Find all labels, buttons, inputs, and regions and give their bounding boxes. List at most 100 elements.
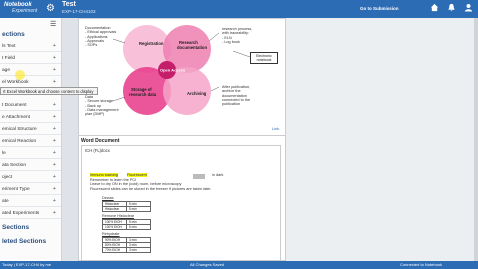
venn-label: Archiving	[187, 91, 207, 96]
remove-histoclear-table: 100% EtOH 5 min 100% EtOH 5 min	[102, 219, 151, 230]
sidebar-item[interactable]: eriment Type +	[0, 184, 61, 195]
arrow-line	[232, 50, 251, 58]
gear-icon[interactable]: ⚙	[45, 3, 56, 14]
sidebar-item-label: t Document	[2, 103, 27, 108]
table-cell: 70% EtOH	[102, 247, 127, 253]
sidebar-item-label: age	[2, 68, 11, 73]
sidebar-item[interactable]: ls Text +	[0, 41, 61, 52]
eln-box-line: notebook	[256, 58, 272, 62]
add-icon[interactable]: +	[53, 172, 56, 183]
sidebar-item[interactable]: emical Structure +	[0, 124, 61, 135]
word-document-preview[interactable]: ICH (FL)docx Immuno staining Fluorescent…	[81, 145, 281, 261]
add-icon[interactable]: +	[53, 124, 56, 135]
user-account-icon[interactable]	[463, 3, 474, 14]
research-lifecycle-diagram: Registration Research documentation Stora…	[83, 19, 283, 132]
go-to-submission-link[interactable]: Go to Submission	[360, 6, 399, 11]
sidebar-item[interactable]: ated Experiments +	[0, 208, 61, 219]
add-icon[interactable]: +	[53, 184, 56, 195]
open-access-label: Open Access	[160, 68, 186, 73]
table-title: Dewax	[102, 196, 114, 200]
connection-status: Connected to Notebook	[400, 262, 443, 267]
highlighted-heading: Immuno staining	[90, 173, 118, 177]
add-icon[interactable]: +	[53, 53, 56, 64]
experiment-id: EXP-17-CH4103	[62, 9, 96, 14]
list-line: plan (DMP)	[85, 112, 105, 117]
sidebar-item-label: eriment Type	[2, 187, 30, 192]
add-icon[interactable]: +	[53, 208, 56, 219]
sidebar-item[interactable]: ate +	[0, 196, 61, 207]
table-row: Histoclear 5 min	[102, 206, 151, 212]
list-line: publication	[222, 102, 241, 107]
sidebar-item-label: ls Text	[2, 44, 16, 49]
sidebar-item-label: emical Reaction	[2, 139, 37, 144]
table-title: Rehydrate	[102, 232, 120, 236]
experiment-title-area: Test EXP-17-CH4103	[62, 1, 96, 15]
table-cell: 100% EtOH	[102, 224, 127, 230]
staining-label-row: Immuno staining Fluorescent	[90, 173, 147, 177]
sidebar-item[interactable]: ata Section +	[0, 160, 61, 171]
sidebar-item[interactable]: e Attachment +	[0, 112, 61, 123]
sections-heading: ections	[2, 31, 25, 38]
add-icon[interactable]: +	[53, 136, 56, 147]
diagram-link[interactable]: Link	[272, 126, 279, 131]
table-cell: 5 min	[126, 206, 151, 212]
app-logo[interactable]: Notebook Experiment	[4, 2, 37, 14]
list-line: - Ethical approvals	[85, 30, 117, 35]
right-empty-pane	[286, 18, 478, 261]
in-dark-label: in dark	[212, 173, 224, 177]
documentation-list: Documentation - Ethical approvals - Appl…	[85, 26, 116, 47]
mouse-cursor-highlight	[15, 70, 25, 80]
tooltip: rt Excel Workbook and choose content to …	[0, 87, 98, 95]
add-icon[interactable]: +	[53, 65, 56, 76]
list-line: - SOPs	[85, 43, 98, 48]
sidebar-item-label: el Workbook	[2, 80, 29, 85]
sidebar-item[interactable]: emical Reaction +	[0, 136, 61, 147]
add-icon[interactable]: +	[53, 196, 56, 207]
deleted-sections-heading[interactable]: leted Sections	[2, 238, 46, 245]
top-bar: Notebook Experiment ⚙ Test EXP-17-CH4103…	[0, 0, 478, 18]
list-line: - Log book	[222, 39, 240, 44]
arrow-line	[208, 32, 220, 42]
sidebar-item-label: oject	[2, 175, 13, 180]
add-icon[interactable]: +	[53, 148, 56, 159]
status-left-text: Today | EXP-17-CH4 by me	[2, 262, 52, 267]
venn-label: Registration	[139, 41, 164, 46]
venn-label-line: documentation	[177, 45, 207, 50]
list-line: with traceability:	[222, 31, 250, 36]
sidebar-item[interactable]: oject +	[0, 172, 61, 183]
table-title: Remove Histoclear	[102, 214, 135, 218]
sidebar-item-label: e Attachment	[2, 115, 30, 120]
dewax-table: Histoclear 5 min Histoclear 5 min	[102, 201, 151, 212]
electronic-notebook-box: Electronic notebook	[250, 52, 278, 64]
experiment-title[interactable]: Test	[62, 1, 96, 8]
add-icon[interactable]: +	[53, 112, 56, 123]
venn-label-line: research data	[129, 92, 157, 97]
sections-group-heading[interactable]: Sections	[2, 224, 29, 231]
status-bar: Today | EXP-17-CH4 by me All Changes Sav…	[0, 261, 478, 269]
home-icon[interactable]	[429, 3, 440, 14]
sidebar-item-label: emical Structure	[2, 127, 37, 132]
table-cell: Histoclear	[102, 206, 127, 212]
arrow-line	[210, 86, 220, 92]
table-row: 70% EtOH 3 min	[102, 247, 151, 253]
grey-marker	[193, 174, 205, 179]
sidebar-item-label: le	[2, 151, 6, 156]
vertical-scrollbar[interactable]	[474, 18, 478, 261]
add-icon[interactable]: +	[53, 160, 56, 171]
sidebar-item[interactable]: t Field +	[0, 53, 61, 64]
data-storage-list: Data - Secure storage - Back up - Data m…	[85, 95, 119, 116]
save-status: All Changes Saved	[190, 262, 225, 267]
sidebar-item-label: ated Experiments	[2, 211, 40, 216]
table-cell: 3 min	[126, 247, 151, 253]
add-icon[interactable]: +	[53, 41, 56, 52]
menu-icon[interactable]: ☰	[50, 20, 56, 28]
research-process-list: research process, with traceability: - E…	[222, 27, 252, 44]
sidebar-item[interactable]: le +	[0, 148, 61, 159]
sidebar-item[interactable]: age +	[0, 65, 61, 76]
sidebar-item[interactable]: t Document +	[0, 100, 61, 111]
notifications-bell-icon[interactable]	[446, 3, 457, 14]
add-icon[interactable]: +	[53, 100, 56, 111]
protocol-notes: Remember to learn the PCI Leave to dry O…	[90, 178, 211, 191]
document-filename[interactable]: ICH (FL)docx	[85, 148, 110, 153]
rehydrate-table: 90% EtOH 3 min 80% EtOH 3 min 70% EtOH 3 mi…	[102, 237, 151, 253]
